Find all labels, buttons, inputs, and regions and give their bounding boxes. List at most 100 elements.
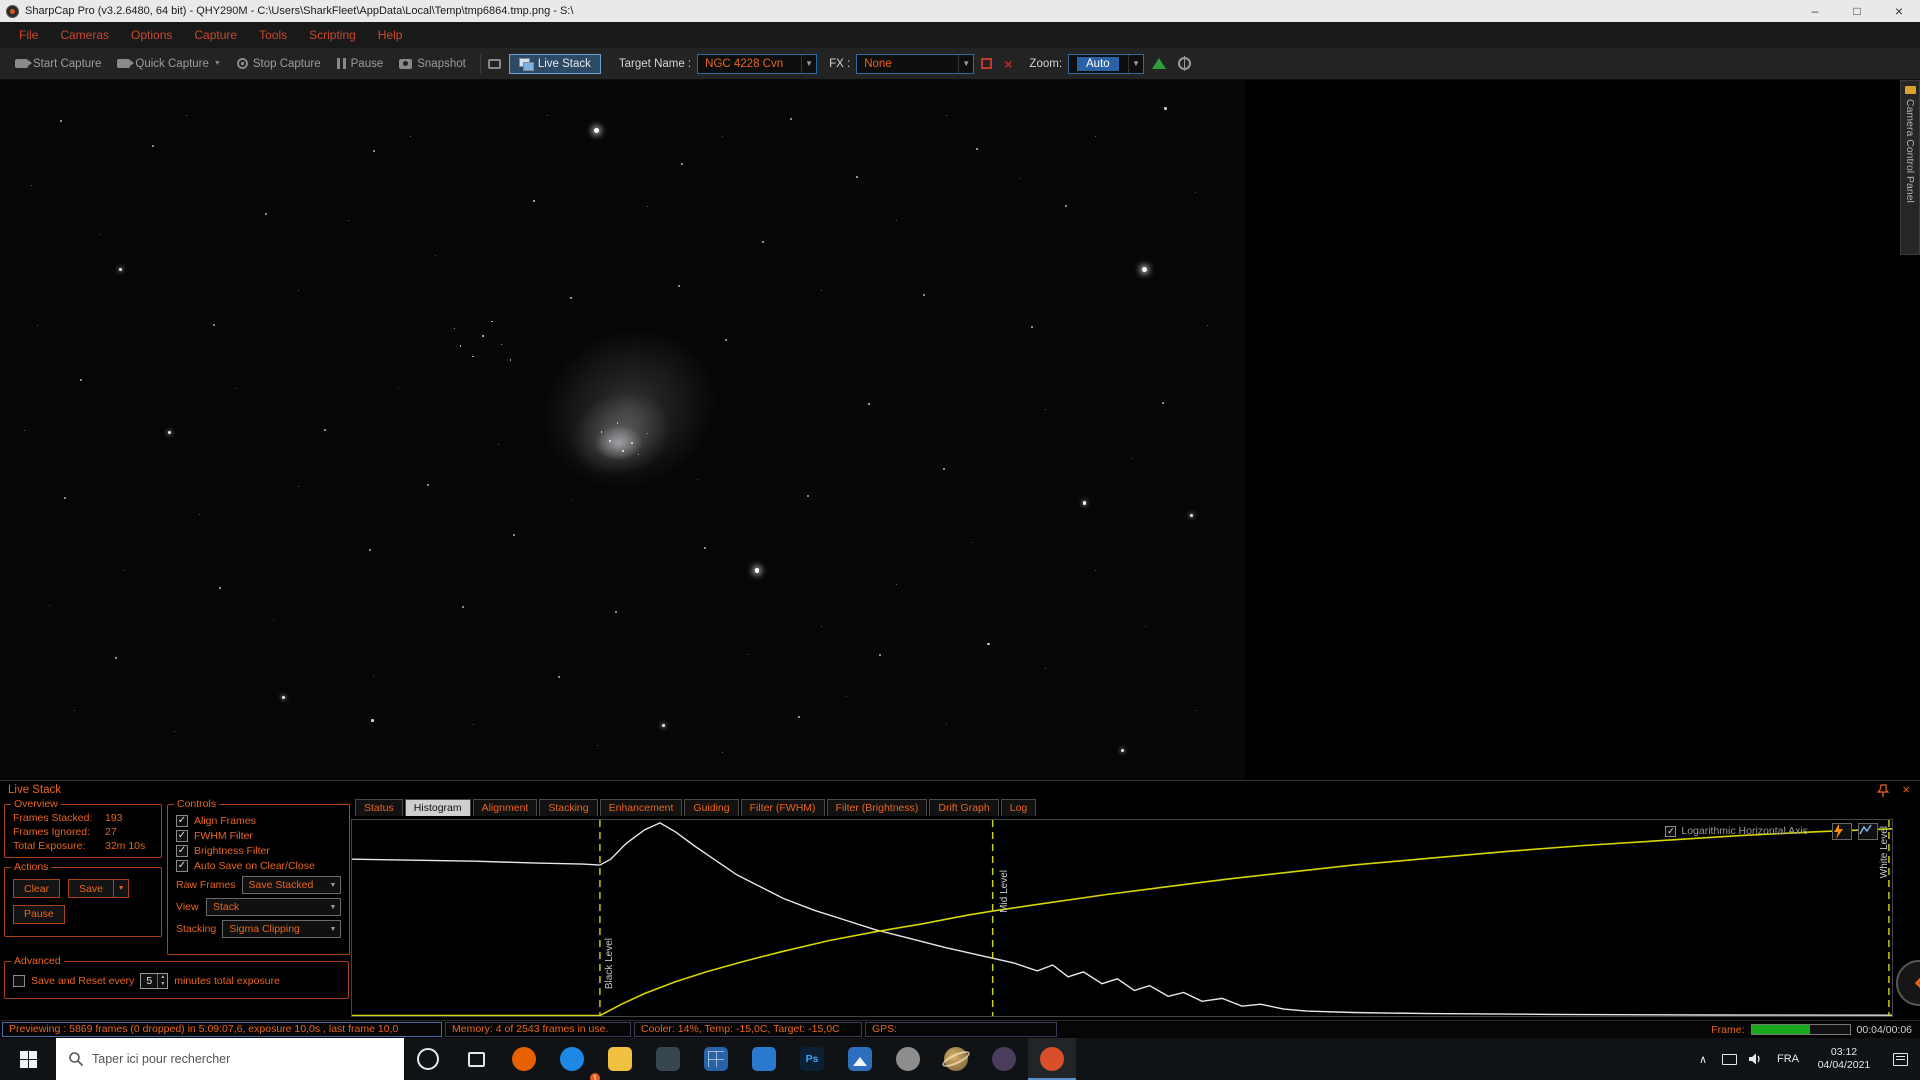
menu-scripting[interactable]: Scripting (298, 22, 367, 48)
taskbar-icon-photoshop[interactable]: Ps (788, 1038, 836, 1080)
live-stack-button[interactable]: Live Stack (509, 54, 601, 74)
app-label: Ps (806, 1053, 819, 1065)
taskbar-icon-app-gray[interactable] (884, 1038, 932, 1080)
search-placeholder: Taper ici pour rechercher (92, 1052, 230, 1066)
star (1162, 402, 1164, 404)
chevron-down-icon: ▼ (326, 882, 340, 889)
smart-histogram-icon[interactable] (1832, 823, 1852, 840)
close-button[interactable]: × (1878, 0, 1920, 22)
tab-log[interactable]: Log (1001, 799, 1037, 816)
zoom-dropdown[interactable]: Auto ▼ (1068, 54, 1144, 74)
pause-stack-button[interactable]: Pause (13, 905, 65, 924)
tab-drift-graph[interactable]: Drift Graph (929, 799, 998, 816)
taskbar-icon-photos[interactable] (836, 1038, 884, 1080)
menu-options[interactable]: Options (120, 22, 183, 48)
taskbar-icon-app-purple[interactable] (980, 1038, 1028, 1080)
stacking-dropdown[interactable]: Sigma Clipping ▼ (222, 920, 341, 938)
stop-capture-button[interactable]: Stop Capture (230, 54, 328, 74)
camera-preview[interactable] (0, 80, 1245, 780)
taskbar: Taper ici pour rechercher 1 Ps ∧ FRA 03:1… (0, 1038, 1920, 1080)
tray-device-icon[interactable] (1716, 1038, 1742, 1080)
tab-enhancement[interactable]: Enhancement (600, 799, 683, 816)
tab-filter-brightness-[interactable]: Filter (Brightness) (827, 799, 928, 816)
save-reset-checkbox[interactable] (13, 975, 25, 987)
clear-button[interactable]: Clear (13, 879, 60, 898)
tab-guiding[interactable]: Guiding (684, 799, 738, 816)
planetarium-icon (944, 1047, 968, 1071)
close-panel-icon[interactable]: × (1902, 782, 1910, 797)
stack-icon (519, 58, 532, 69)
log-axis-checkbox[interactable]: ✓ Logarithmic Horizontal Axis (1665, 825, 1808, 837)
tab-stacking[interactable]: Stacking (539, 799, 597, 816)
view-dropdown[interactable]: Stack ▼ (206, 898, 341, 916)
tab-histogram[interactable]: Histogram (405, 799, 471, 816)
target-name-label: Target Name : (619, 58, 691, 70)
start-button[interactable] (0, 1038, 56, 1080)
checkbox-fwhm-filter[interactable]: ✓FWHM Filter (176, 830, 341, 842)
minimize-button[interactable]: – (1794, 0, 1836, 22)
checkbox-icon: ✓ (176, 845, 188, 857)
white-level-label[interactable]: White Level (1879, 826, 1890, 878)
clear-selection-icon[interactable]: × (1004, 56, 1012, 72)
menu-capture[interactable]: Capture (183, 22, 248, 48)
taskbar-icon-planetarium[interactable] (932, 1038, 980, 1080)
star (462, 606, 464, 608)
start-capture-button[interactable]: Start Capture (8, 54, 108, 74)
target-name-dropdown[interactable]: NGC 4228 Cvn ▼ (697, 54, 817, 74)
firefox-icon (512, 1047, 536, 1071)
reticle-icon[interactable] (1178, 57, 1191, 70)
date: 04/04/2021 (1818, 1059, 1871, 1072)
taskbar-icon-thunderbird[interactable]: 1 (548, 1038, 596, 1080)
speaker-icon[interactable] (1742, 1038, 1768, 1080)
taskbar-icon-sharpcap[interactable] (1028, 1038, 1076, 1080)
tab-status[interactable]: Status (355, 799, 403, 816)
pause-button[interactable]: Pause (330, 54, 391, 74)
clock[interactable]: 03:12 04/04/2021 (1808, 1046, 1880, 1072)
camera-icon (117, 59, 130, 68)
cortana-button[interactable] (404, 1038, 452, 1080)
taskbar-icon-file-explorer[interactable] (596, 1038, 644, 1080)
pin-icon[interactable] (1876, 784, 1890, 798)
language-indicator[interactable]: FRA (1768, 1038, 1808, 1080)
star (601, 431, 603, 433)
checkbox-auto-save-on-clear-close[interactable]: ✓Auto Save on Clear/Close (176, 860, 341, 872)
tab-filter-fwhm-[interactable]: Filter (FWHM) (741, 799, 825, 816)
black-level-label[interactable]: Black Level (604, 938, 615, 989)
quick-capture-button[interactable]: Quick Capture ▼ (110, 54, 227, 74)
taskbar-search[interactable]: Taper ici pour rechercher (56, 1038, 404, 1080)
taskbar-icon-app-blue[interactable] (740, 1038, 788, 1080)
stepper-arrows-icon[interactable]: ▲▼ (157, 974, 167, 988)
mid-level-label[interactable]: Mid Level (999, 870, 1010, 913)
tray-expand-chevron[interactable]: ∧ (1690, 1038, 1716, 1080)
menu-file[interactable]: File (8, 22, 49, 48)
fx-dropdown[interactable]: None ▼ (856, 54, 974, 74)
task-view-button[interactable] (452, 1038, 500, 1080)
raw-frames-dropdown[interactable]: Save Stacked ▼ (242, 876, 341, 894)
star (609, 440, 611, 442)
camera-control-panel-tab[interactable]: Camera Control Panel (1900, 80, 1920, 255)
checkbox-brightness-filter[interactable]: ✓Brightness Filter (176, 845, 341, 857)
menu-tools[interactable]: Tools (248, 22, 298, 48)
action-center-button[interactable] (1880, 1038, 1920, 1080)
taskbar-icon-app-dark[interactable] (644, 1038, 692, 1080)
taskbar-icon-app-grid[interactable] (692, 1038, 740, 1080)
histogram-settings-icon[interactable] (1858, 823, 1878, 840)
menu-help[interactable]: Help (367, 22, 414, 48)
display-icon[interactable] (488, 59, 501, 69)
photoshop-icon: Ps (800, 1047, 824, 1071)
taskbar-icon-firefox[interactable] (500, 1038, 548, 1080)
star (473, 724, 474, 725)
tab-alignment[interactable]: Alignment (473, 799, 538, 816)
star (798, 716, 800, 718)
selection-area-icon[interactable] (981, 58, 992, 69)
interval-stepper[interactable]: 5 ▲▼ (140, 973, 168, 989)
checkbox-align-frames[interactable]: ✓Align Frames (176, 815, 341, 827)
menu-cameras[interactable]: Cameras (49, 22, 120, 48)
time: 03:12 (1831, 1046, 1857, 1059)
maximize-button[interactable]: □ (1836, 0, 1878, 22)
histogram-plot[interactable]: Black Level Mid Level White Level ✓ Loga… (351, 819, 1893, 1017)
star (615, 611, 617, 613)
snapshot-button[interactable]: Snapshot (392, 54, 473, 74)
histogram-stretch-icon[interactable] (1152, 58, 1166, 69)
save-button[interactable]: Save ▼ (68, 879, 129, 898)
